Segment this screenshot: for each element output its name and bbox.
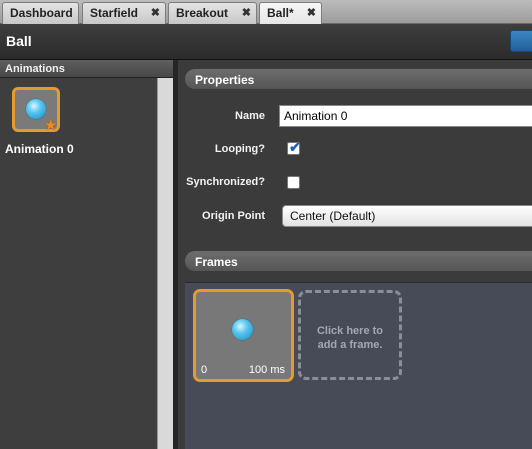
animations-panel-title: Animations <box>0 60 173 78</box>
add-frame-line: Click here to <box>316 325 384 337</box>
close-icon[interactable]: ✖ <box>242 6 251 19</box>
tab-label: Dashboard <box>10 6 73 20</box>
looping-label: Looping? <box>214 143 265 155</box>
tab-ball[interactable]: Ball* ✖ <box>259 2 322 24</box>
add-frame-button[interactable]: Click here to add a frame. <box>298 290 402 380</box>
tab-dashboard[interactable]: Dashboard <box>2 2 79 24</box>
frame-duration: 100 ms <box>248 364 285 376</box>
synchronized-label: Synchronized? <box>186 176 265 188</box>
tab-label: Starfield <box>90 6 139 20</box>
editor-header: Ball <box>0 24 532 60</box>
add-frame-line: add a frame. <box>317 339 383 351</box>
ball-icon <box>26 99 46 119</box>
tab-label: Ball* <box>267 6 294 20</box>
name-field[interactable] <box>279 105 532 127</box>
properties-section-title: Properties <box>185 69 532 89</box>
animation-label: Animation 0 <box>5 142 74 156</box>
add-frame-text: Click here to add a frame. <box>301 324 399 352</box>
animation-thumbnail[interactable]: ★ <box>12 87 60 134</box>
origin-point-value: Center (Default) <box>290 209 376 223</box>
name-label: Name <box>235 110 265 122</box>
animation-list-scrollbar[interactable] <box>157 78 173 449</box>
star-icon: ★ <box>44 117 58 134</box>
animation-list: ★ Animation 0 <box>0 78 157 449</box>
tab-bar: Dashboard Starfield ✖ Breakout ✖ Ball* ✖ <box>0 0 532 24</box>
frame-cell[interactable]: 0 100 ms <box>193 289 294 382</box>
frame-index: 0 <box>201 364 208 376</box>
tab-starfield[interactable]: Starfield ✖ <box>82 2 166 24</box>
tab-breakout[interactable]: Breakout ✖ <box>168 2 257 24</box>
page-title: Ball <box>6 33 32 49</box>
close-icon[interactable]: ✖ <box>151 6 160 19</box>
close-icon[interactable]: ✖ <box>307 6 316 19</box>
frames-area: 0 100 ms Click here to add a frame. <box>185 282 532 449</box>
looping-checkbox[interactable]: ✔ <box>287 139 301 155</box>
animation-editor: Properties Name Looping? ✔ Synchronized?… <box>178 60 532 449</box>
tab-label: Breakout <box>176 6 229 20</box>
frames-section-title: Frames <box>185 251 532 271</box>
origin-point-label: Origin Point <box>202 210 265 222</box>
checkmark-icon: ✔ <box>289 139 301 155</box>
animation-item[interactable]: ★ Animation 0 <box>0 78 78 158</box>
header-action-button[interactable] <box>510 30 532 52</box>
synchronized-checkbox[interactable] <box>287 176 300 189</box>
animations-panel: Animations ★ Animation 0 <box>0 60 173 449</box>
origin-point-select[interactable]: Center (Default) <box>282 205 532 227</box>
ball-icon <box>232 319 253 340</box>
